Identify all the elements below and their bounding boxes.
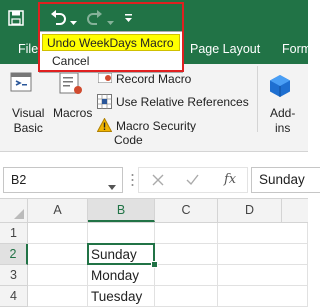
active-cell-border: [87, 243, 155, 265]
tab-file[interactable]: File: [18, 42, 38, 56]
row-header-2[interactable]: 2: [0, 244, 28, 265]
insert-function-icon[interactable]: fx: [224, 172, 236, 187]
cell-a3[interactable]: [28, 265, 88, 286]
column-header-c[interactable]: C: [155, 199, 218, 222]
formula-input[interactable]: Sunday: [251, 167, 320, 193]
cell-c3[interactable]: [155, 265, 218, 286]
macro-security-button[interactable]: Macro Security: [116, 119, 196, 133]
tab-formulas[interactable]: Form: [282, 42, 311, 56]
record-macro-button[interactable]: Record Macro: [116, 72, 191, 86]
select-all-corner[interactable]: [0, 199, 28, 222]
formula-buttons: fx: [138, 167, 248, 193]
add-ins-label-1: Add-: [270, 106, 296, 120]
formula-bar-area: B2 fx Sunday: [0, 152, 320, 198]
cell-b3[interactable]: Monday: [88, 265, 155, 286]
macros-icon[interactable]: [58, 70, 84, 96]
annotation-highlight-box: [38, 2, 184, 72]
fill-handle[interactable]: [151, 261, 158, 268]
cell-d2[interactable]: [218, 244, 308, 265]
column-header-d[interactable]: D: [218, 199, 282, 222]
cell-d1[interactable]: [218, 223, 308, 244]
add-ins-icon[interactable]: [268, 74, 292, 98]
enter-formula-icon[interactable]: [186, 174, 199, 189]
tab-page-layout[interactable]: Page Layout: [190, 42, 260, 56]
name-box-value: B2: [11, 173, 27, 187]
column-headers: A B C D: [0, 198, 308, 223]
save-icon[interactable]: [8, 10, 24, 26]
row-header-3[interactable]: 3: [0, 265, 28, 286]
macros-button[interactable]: Macros: [53, 106, 92, 120]
record-macro-icon[interactable]: [97, 72, 113, 84]
name-box-dropdown-icon[interactable]: [108, 179, 116, 193]
macro-security-icon[interactable]: [96, 117, 113, 132]
name-box[interactable]: B2: [3, 167, 123, 193]
ribbon-group-footer: Code: [0, 132, 308, 152]
cell-a1[interactable]: [28, 223, 88, 244]
cell-a2[interactable]: [28, 244, 88, 265]
code-group-label: Code: [114, 133, 143, 147]
column-header-b[interactable]: B: [88, 199, 155, 222]
column-header-a[interactable]: A: [28, 199, 88, 222]
cell-c1[interactable]: [155, 223, 218, 244]
cell-d3[interactable]: [218, 265, 308, 286]
relative-references-icon[interactable]: [97, 94, 112, 109]
row-header-1[interactable]: 1: [0, 223, 28, 244]
visual-basic-label-1: Visual: [12, 106, 45, 120]
cancel-formula-icon[interactable]: [152, 174, 164, 189]
relative-references-button[interactable]: Use Relative References: [116, 95, 249, 109]
formula-bar-dots-icon: [131, 173, 134, 187]
ribbon: Visual Basic Macros Record Macro Use Rel…: [0, 64, 308, 150]
cell-b1[interactable]: [88, 223, 155, 244]
visual-basic-icon[interactable]: [10, 70, 34, 94]
cell-c2[interactable]: [155, 244, 218, 265]
formula-value: Sunday: [259, 172, 305, 187]
